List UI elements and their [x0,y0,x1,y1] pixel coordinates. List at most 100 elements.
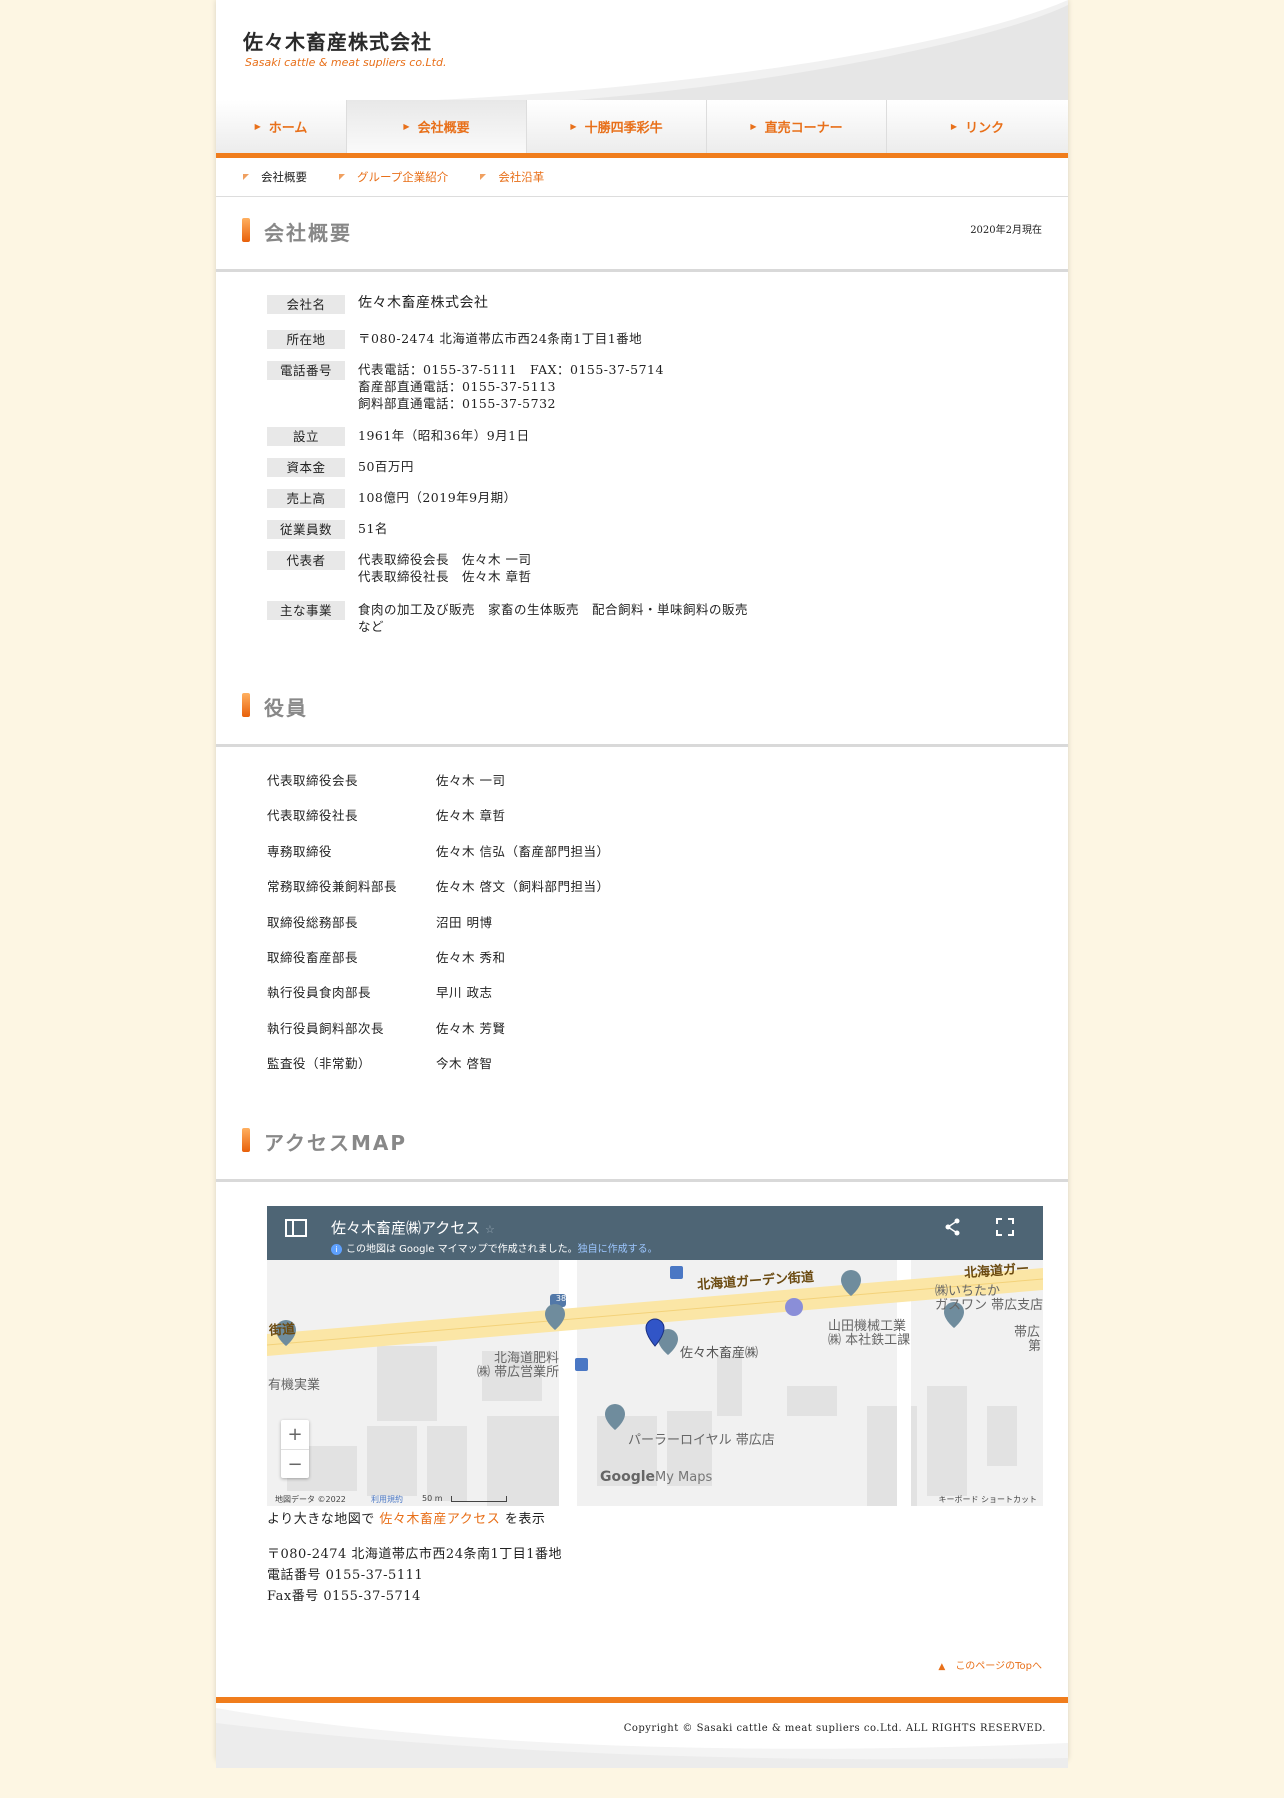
officer-row: 取締役畜産部長 佐々木 秀和 [267,947,505,966]
subnav-group[interactable]: グループ企業紹介 [339,169,448,185]
nav-links[interactable]: ▶ リンク [887,100,1068,153]
officer-name: 佐々木 啓文（飼料部門担当） [436,879,610,894]
value-line: 飼料部直通電話：0155-37-5732 [358,396,556,411]
keyboard-shortcuts-link[interactable]: キーボード ショートカット [938,1494,1037,1505]
arrow-right-icon: ▶ [254,122,261,131]
overview-row: 従業員数 51名 [267,520,828,539]
arrow-right-icon: ▶ [950,122,958,131]
value-line: 代表取締役会長 佐々木 一司 [358,552,532,567]
overview-row: 代表者 代表取締役会長 佐々木 一司 代表取締役社長 佐々木 章哲 [267,551,828,585]
star-icon[interactable]: ☆ [485,1223,495,1236]
logo-japanese[interactable]: 佐々木畜産株式会社 [243,26,432,55]
map-label-poi[interactable]: ガスワン 帯広支店 [935,1294,1043,1313]
map-label-poi[interactable]: ㈱ 本社鉄工課 [828,1329,910,1348]
create-own-link[interactable]: 独自に作成する。 [578,1244,658,1255]
subnav-label: グループ企業紹介 [357,170,449,184]
map-title: 佐々木畜産㈱アクセス ☆ [331,1217,495,1238]
row-value: 佐々木畜産株式会社 [358,295,489,311]
flag-icon [339,174,345,180]
arrow-right-icon: ▶ [570,122,577,131]
row-label: 資本金 [267,458,345,477]
row-value-multiline: 食肉の加工及び販売 家畜の生体販売 配合飼料・単味飼料の販売 など [358,601,828,635]
row-label: 電話番号 [267,361,345,380]
officer-name: 佐々木 芳賢 [436,1021,506,1036]
row-label: 売上高 [267,489,345,508]
site-header: 佐々木畜産株式会社 Sasaki cattle & meat supliers … [216,0,1068,100]
nav-direct-sales[interactable]: ▶ 直売コーナー [707,100,887,153]
value-line: 代表電話：0155-37-5111 FAX：0155-37-5714 [358,362,664,377]
overview-row: 資本金 50百万円 [267,458,828,477]
footer-swoosh [216,1708,1068,1768]
as-of-date: 2020年2月現在 [970,225,1042,236]
officer-name: 佐々木 章哲 [436,808,506,823]
section-title: アクセスMAP [264,1131,408,1155]
larger-map-prefix: より大きな地図で [267,1512,375,1527]
map-label-poi[interactable]: 第 [1028,1335,1041,1354]
nav-home[interactable]: ▶ ホーム [216,100,347,153]
map-label-poi[interactable]: ㈱ 帯広営業所 [477,1361,559,1380]
officer-role: 代表取締役社長 [267,808,359,823]
copyright: Copyright © Sasaki cattle & meat suplier… [623,1723,1046,1734]
flag-icon [480,174,487,180]
route-number: 38 [555,1294,567,1303]
overview-row: 会社名 佐々木畜産株式会社 [267,295,828,314]
page-top-label: このページのTopへ [955,1661,1042,1672]
main-nav: ▶ ホーム ▶ 会社概要 ▶ 十勝四季彩牛 ▶ 直売コーナー ▶ リンク [216,100,1068,158]
fullscreen-icon[interactable] [996,1218,1014,1236]
share-icon[interactable] [944,1218,962,1236]
row-value: 50百万円 [358,459,414,474]
officer-role: 専務取締役 [267,844,333,859]
overview-row: 所在地 〒080-2474 北海道帯広市西24条南1丁目1番地 [267,330,828,349]
site-footer: Copyright © Sasaki cattle & meat suplier… [216,1697,1068,1768]
access-heading: アクセスMAP [216,1107,1068,1182]
row-value: 〒080-2474 北海道帯広市西24条南1丁目1番地 [358,331,643,346]
heading-bar [242,218,250,242]
officer-role: 代表取締役会長 [267,773,359,788]
scale-bar [451,1496,507,1502]
sub-nav: 会社概要 グループ企業紹介 会社沿革 [216,158,1068,197]
section-title: 会社概要 [264,221,352,245]
row-value: 51名 [358,521,388,536]
officer-row: 専務取締役 佐々木 信弘（畜産部門担当） [267,841,609,860]
officer-role: 常務取締役兼飼料部長 [267,879,398,894]
nav-company[interactable]: ▶ 会社概要 [347,100,527,153]
overview-row: 設立 1961年（昭和36年）9月1日 [267,427,828,446]
access-phone: 電話番号 0155-37-5111 [267,1568,424,1583]
value-line: など [358,619,385,634]
subnav-history[interactable]: 会社沿革 [480,169,544,185]
nav-tokachi[interactable]: ▶ 十勝四季彩牛 [527,100,707,153]
nav-label: リンク [965,121,1005,136]
nav-label: 十勝四季彩牛 [584,121,663,136]
mymaps-logo: My Maps [655,1470,713,1485]
larger-map-link[interactable]: 佐々木畜産アクセス [379,1512,500,1527]
map-label-poi[interactable]: パーラーロイヤル 帯広店 [628,1429,775,1448]
subnav-overview[interactable]: 会社概要 [243,169,307,185]
officer-name: 今木 啓智 [436,1056,493,1071]
terms-link[interactable]: 利用規約 [371,1494,403,1505]
officer-name: 佐々木 信弘（畜産部門担当） [436,844,610,859]
value-line: 食肉の加工及び販売 家畜の生体販売 配合飼料・単味飼料の販売 [358,602,749,617]
logo-english[interactable]: Sasaki cattle & meat supliers co.Ltd. [245,56,446,69]
sidebar-toggle-icon[interactable] [285,1218,309,1238]
google-map-embed[interactable]: 佐々木畜産㈱アクセス ☆ i この地図は Google マイマップで作成されました… [267,1206,1043,1506]
row-label: 代表者 [267,551,345,570]
zoom-control: + − [281,1420,309,1478]
officer-role: 執行役員食肉部長 [267,985,372,1000]
map-label-company[interactable]: 佐々木畜産㈱ [680,1342,758,1361]
officer-row: 常務取締役兼飼料部長 佐々木 啓文（飼料部門担当） [267,876,609,895]
section-title: 役員 [264,696,308,720]
heading-bar [242,693,250,717]
map-note: i この地図は Google マイマップで作成されました。独自に作成する。 [331,1240,658,1255]
map-label-poi[interactable]: 有機実業 [268,1374,320,1393]
officer-role: 執行役員飼料部次長 [267,1021,385,1036]
zoom-out-button[interactable]: − [281,1450,309,1479]
subnav-label: 会社沿革 [498,170,545,184]
page-top-link[interactable]: ▲ このページのTopへ [938,1657,1042,1672]
row-value: 1961年（昭和36年）9月1日 [358,428,530,443]
row-label: 設立 [267,427,345,446]
google-logo: Google [600,1469,656,1485]
scale-label: 50 m [422,1494,443,1503]
value-line: 代表取締役社長 佐々木 章哲 [358,569,532,584]
access-address: 〒080-2474 北海道帯広市西24条南1丁目1番地 [267,1547,563,1562]
zoom-in-button[interactable]: + [281,1420,309,1450]
